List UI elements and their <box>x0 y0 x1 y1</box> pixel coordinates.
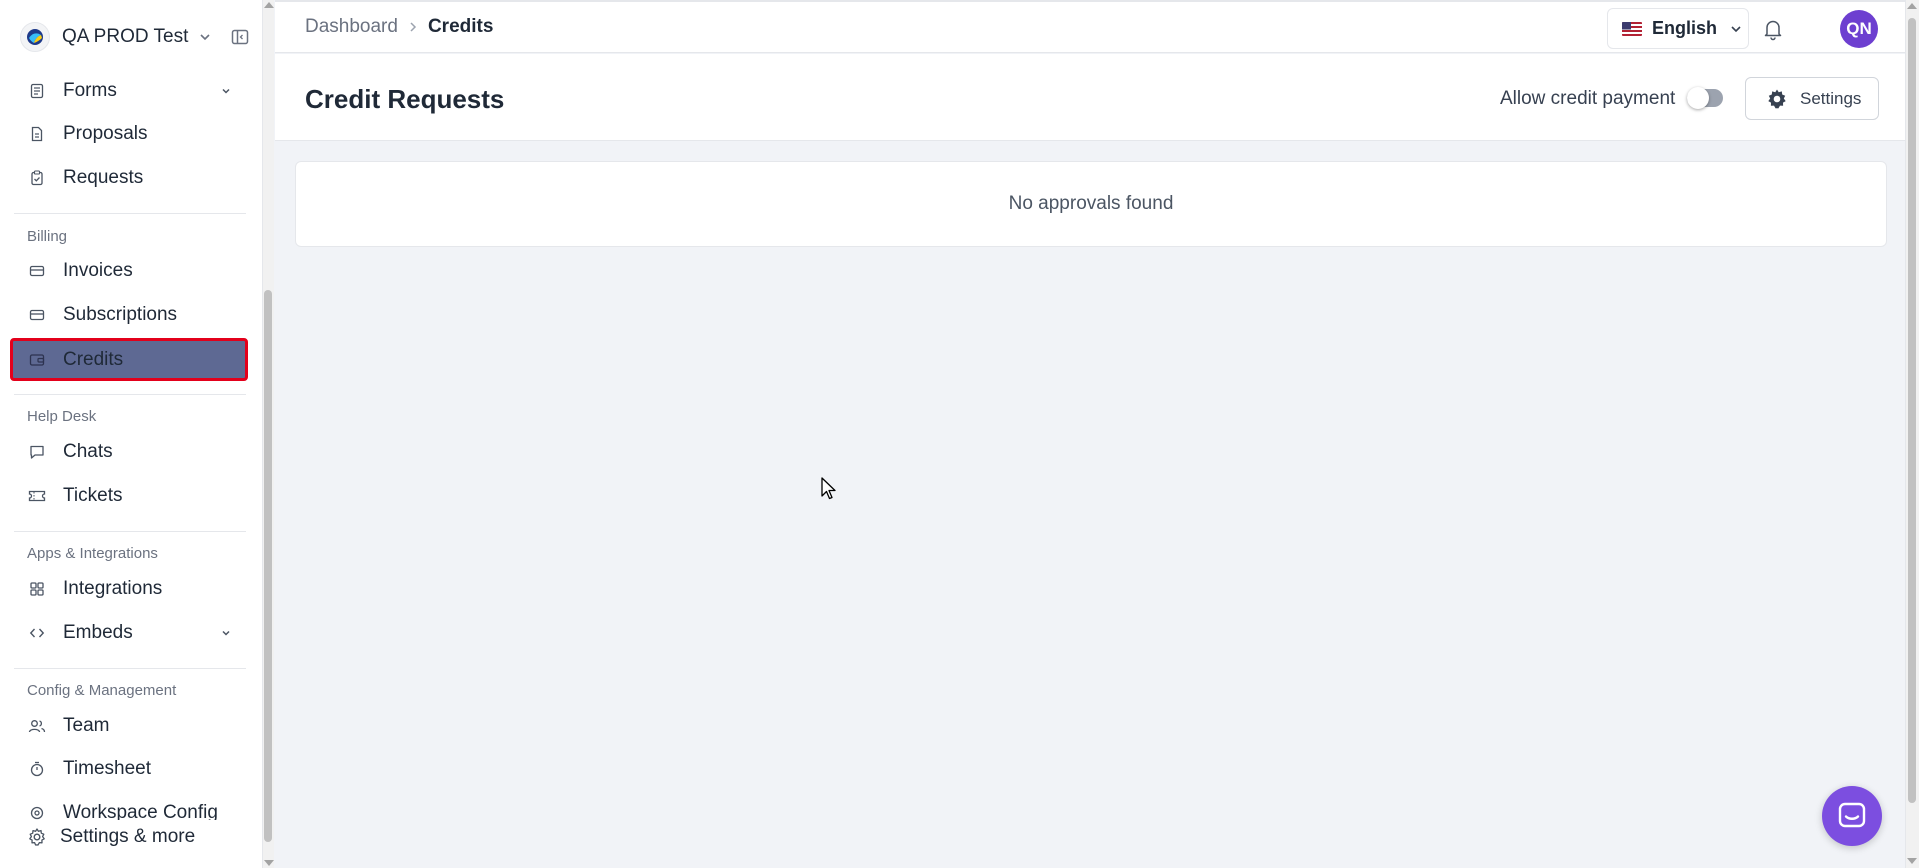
sidebar-item-label: Invoices <box>63 260 133 281</box>
chevron-down-icon <box>198 30 212 44</box>
workspace-name: QA PROD Test <box>62 26 189 47</box>
credit-card-icon <box>28 306 46 324</box>
sidebar-item-label: Workspace Config <box>63 802 218 820</box>
code-icon <box>28 624 46 642</box>
sidebar-item-invoices[interactable]: Invoices <box>14 252 246 290</box>
sidebar-divider <box>14 668 246 669</box>
language-label: English <box>1652 18 1718 38</box>
chevron-down-icon <box>1729 22 1743 36</box>
credit-card-icon <box>28 262 46 280</box>
ticket-icon <box>28 487 46 505</box>
scroll-down-arrow-icon[interactable] <box>1907 858 1917 864</box>
sidebar-item-label: Team <box>63 715 110 736</box>
section-label-config: Config & Management <box>27 682 177 699</box>
breadcrumb: Dashboard Credits <box>305 16 493 38</box>
chat-launcher-button[interactable] <box>1822 786 1882 846</box>
sidebar-item-label: Proposals <box>63 123 148 144</box>
chevron-down-icon[interactable] <box>220 627 232 639</box>
avatar[interactable]: QN <box>1840 10 1878 48</box>
sidebar-item-subscriptions[interactable]: Subscriptions <box>14 296 246 334</box>
page-scroll-thumb[interactable] <box>1908 18 1916 803</box>
workspace-gear-icon <box>28 804 46 820</box>
empty-state-card: No approvals found <box>295 161 1887 247</box>
sidebar-scroll-thumb[interactable] <box>264 290 272 842</box>
section-label-apps: Apps & Integrations <box>27 545 158 562</box>
section-label-billing: Billing <box>27 228 68 245</box>
page-header: Credit Requests Allow credit payment Set… <box>275 54 1905 141</box>
sidebar-divider <box>14 394 246 395</box>
sidebar-item-team[interactable]: Team <box>14 707 246 745</box>
section-label-help-desk: Help Desk <box>27 408 97 425</box>
clipboard-check-icon <box>28 169 46 187</box>
chat-bubble-icon <box>28 443 46 461</box>
workspace-switcher[interactable]: QA PROD Test <box>20 20 250 54</box>
sidebar-clipped-region: Workspace Config <box>0 794 262 820</box>
bell-icon[interactable] <box>1762 17 1784 41</box>
allow-credit-payment-toggle[interactable] <box>1687 87 1723 109</box>
breadcrumb-current: Credits <box>427 16 494 37</box>
sidebar-item-requests[interactable]: Requests <box>14 159 246 197</box>
sidebar-item-label: Chats <box>63 441 113 462</box>
chat-widget-icon <box>1837 801 1867 831</box>
form-icon <box>28 82 46 100</box>
empty-state-message: No approvals found <box>1008 193 1174 214</box>
scroll-up-arrow-icon[interactable] <box>264 2 274 8</box>
sidebar-item-proposals[interactable]: Proposals <box>14 115 246 153</box>
gear-icon <box>1766 88 1788 110</box>
mouse-cursor-icon <box>821 477 837 501</box>
sidebar-item-workspace-config[interactable]: Workspace Config <box>14 794 246 820</box>
language-selector[interactable]: English <box>1607 8 1749 49</box>
settings-button-label: Settings <box>1800 88 1862 108</box>
sidebar-item-tickets[interactable]: Tickets <box>14 477 246 515</box>
chevron-down-icon[interactable] <box>220 85 232 97</box>
workspace-logo-icon <box>20 22 50 52</box>
gear-icon <box>27 827 47 847</box>
toggle-knob <box>1687 87 1709 109</box>
scroll-up-arrow-icon[interactable] <box>1907 3 1917 9</box>
sidebar-item-timesheet[interactable]: Timesheet <box>14 750 246 788</box>
sidebar-item-label: Requests <box>63 167 144 188</box>
chevron-right-icon <box>408 20 418 34</box>
sidebar-item-integrations[interactable]: Integrations <box>14 570 246 608</box>
page-title: Credit Requests <box>305 84 505 114</box>
sidebar-divider <box>14 213 246 214</box>
sidebar-item-forms[interactable]: Forms <box>14 72 246 110</box>
allow-credit-payment-label: Allow credit payment <box>1500 88 1676 109</box>
settings-and-more-label: Settings & more <box>60 826 196 847</box>
sidebar-item-label: Embeds <box>63 622 133 643</box>
sidebar-item-credits[interactable]: Credits <box>10 338 248 381</box>
scroll-down-arrow-icon[interactable] <box>264 860 274 866</box>
sidebar-collapse-icon[interactable] <box>230 27 250 47</box>
sidebar-item-label: Subscriptions <box>63 304 178 325</box>
sidebar-divider <box>14 531 246 532</box>
us-flag-icon <box>1622 21 1642 36</box>
document-icon <box>28 125 46 143</box>
sidebar-item-label: Tickets <box>63 485 123 506</box>
settings-button[interactable]: Settings <box>1745 77 1879 120</box>
sidebar-item-label: Timesheet <box>63 758 151 779</box>
top-bar: Dashboard Credits English QN <box>275 0 1905 53</box>
sidebar: QA PROD Test Forms Proposals Requests Bi… <box>0 0 262 868</box>
sidebar-item-label: Integrations <box>63 578 163 599</box>
sidebar-item-chats[interactable]: Chats <box>14 433 246 471</box>
grid-icon <box>28 580 46 598</box>
users-icon <box>28 717 46 735</box>
breadcrumb-dashboard[interactable]: Dashboard <box>305 16 398 38</box>
sidebar-item-embeds[interactable]: Embeds <box>14 614 246 652</box>
wallet-icon <box>28 351 46 369</box>
sidebar-item-label: Credits <box>63 348 124 370</box>
sidebar-item-label: Forms <box>63 80 117 101</box>
stopwatch-icon <box>28 760 46 778</box>
settings-and-more[interactable]: Settings & more <box>27 826 195 848</box>
